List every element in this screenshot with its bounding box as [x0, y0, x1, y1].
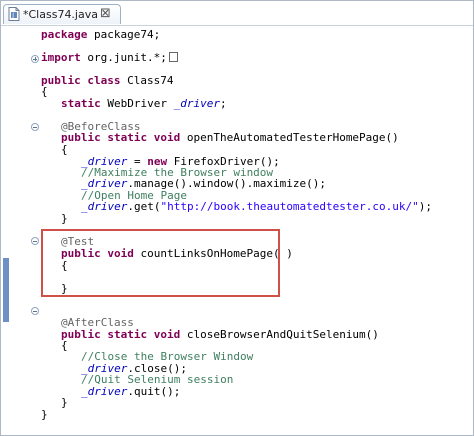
code-line-open-method-close-brace: }: [61, 212, 68, 225]
code-line-open-method-brace: {: [61, 143, 68, 156]
fold-collapse-icon[interactable]: [31, 237, 39, 245]
code-line-close-method-signature: public static void closeBrowserAndQuitSe…: [61, 328, 379, 341]
code-line-close-method-close-brace: }: [61, 396, 68, 409]
code-line-open-method-signature: public static void openTheAutomatedTeste…: [61, 131, 399, 144]
change-marker: [3, 258, 9, 322]
fold-collapse-icon[interactable]: [31, 307, 39, 315]
code-line-class-open-brace: {: [41, 85, 48, 98]
code-line-driver-field: static WebDriver _driver;: [61, 97, 227, 110]
svg-text:J: J: [11, 12, 14, 19]
java-file-icon: J: [8, 7, 20, 21]
code-line-class-declaration: public class Class74: [41, 74, 174, 87]
code-line-close-method-open-brace: {: [61, 339, 68, 352]
tab-class74-java[interactable]: J *Class74.java ⊠: [3, 4, 121, 24]
code-line-package: package package74;: [41, 28, 161, 41]
highlight-box: [41, 229, 280, 297]
editor-gutter: [1, 26, 31, 435]
code-line-import: import org.junit.*;: [41, 52, 178, 64]
fold-expand-icon[interactable]: [31, 55, 39, 63]
tab-label: *Class74.java: [23, 8, 98, 21]
editor-tab-bar: J *Class74.java ⊠: [1, 1, 473, 26]
editor-window: J *Class74.java ⊠ package package74; imp…: [0, 0, 474, 436]
folded-code-marker[interactable]: [168, 52, 178, 62]
code-line-class-close-brace: }: [41, 408, 48, 421]
code-line-driver-quit: _driver.quit();: [81, 385, 181, 398]
tab-close-icon[interactable]: ⊠: [100, 6, 111, 22]
code-line-get-url-call: _driver.get("http://book.theautomatedtes…: [81, 200, 433, 213]
fold-collapse-icon[interactable]: [31, 123, 39, 131]
